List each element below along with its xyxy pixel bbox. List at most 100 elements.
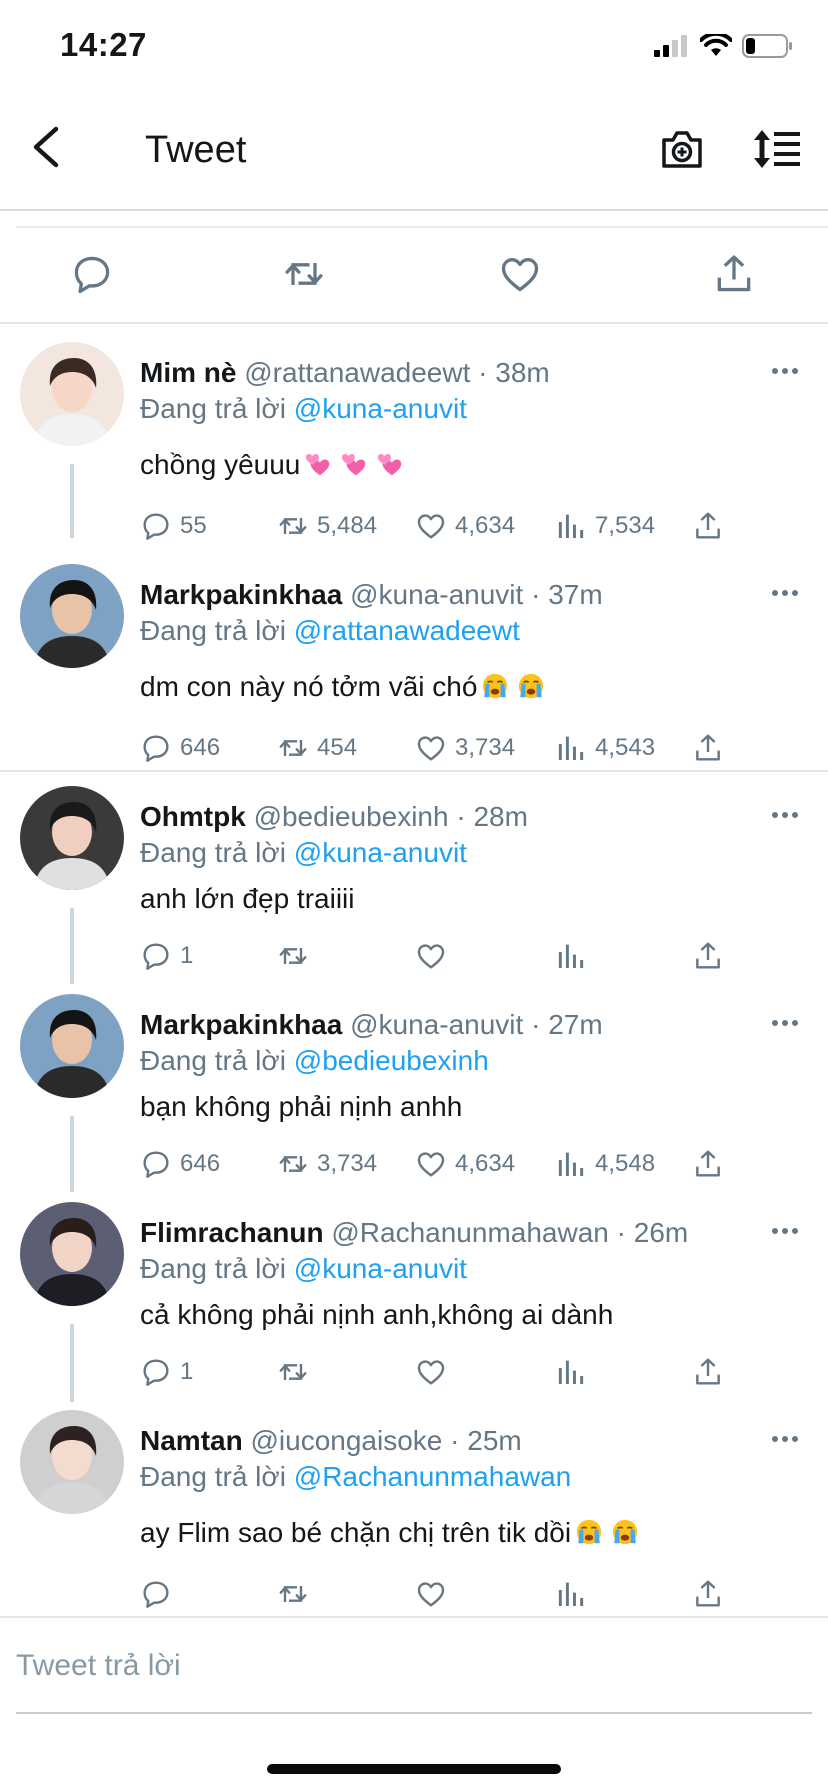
replying-to-link[interactable]: @rattanawadeewt: [294, 615, 520, 646]
share-icon: [692, 732, 724, 764]
user-handle[interactable]: @bedieubexinh: [254, 801, 449, 832]
heart-icon: [415, 1356, 447, 1388]
retweet-button[interactable]: 454: [277, 730, 357, 766]
avatar[interactable]: [20, 994, 124, 1098]
reply-button[interactable]: 1: [140, 938, 193, 974]
more-button[interactable]: [770, 800, 800, 830]
replying-to: Đang trả lời @kuna-anuvit: [140, 1252, 467, 1286]
reply-header: Mim nè @rattanawadeewt · 38m: [140, 356, 550, 390]
reply-text: cả không phải nịnh anh,không ai dành: [140, 1299, 614, 1330]
camera-button[interactable]: [660, 128, 704, 170]
retweet-button[interactable]: 5,484: [277, 508, 377, 544]
replies-count: 1: [180, 1358, 194, 1385]
views-button[interactable]: [555, 1576, 595, 1612]
avatar[interactable]: [20, 1410, 124, 1514]
share-button[interactable]: [692, 1354, 724, 1390]
views-count: 7,534: [595, 512, 656, 539]
user-name[interactable]: Flimrachanun: [140, 1217, 324, 1248]
reply-actions: 55 5,484 4,634 7,534: [0, 508, 828, 544]
avatar[interactable]: [20, 786, 124, 890]
replying-to-link[interactable]: @bedieubexinh: [294, 1045, 489, 1076]
views-button[interactable]: 4,543: [555, 730, 655, 766]
retweet-button[interactable]: [277, 1576, 317, 1612]
user-handle[interactable]: @kuna-anuvit: [350, 1009, 523, 1040]
user-name[interactable]: Markpakinkhaa: [140, 579, 342, 610]
back-button[interactable]: [26, 125, 66, 169]
user-handle[interactable]: @Rachanunmahawan: [331, 1217, 608, 1248]
like-button[interactable]: [415, 1576, 455, 1612]
user-handle[interactable]: @iucongaisoke: [250, 1425, 442, 1456]
reply-header: Markpakinkhaa @kuna-anuvit · 37m: [140, 578, 603, 612]
like-button[interactable]: 3,734: [415, 730, 515, 766]
heart-icon: [415, 1148, 447, 1180]
loudly-crying-icon: [575, 1518, 603, 1546]
user-handle[interactable]: @rattanawadeewt: [244, 357, 470, 388]
user-name[interactable]: Markpakinkhaa: [140, 1009, 342, 1040]
loudly-crying-emoji: [611, 1518, 639, 1554]
replying-to-link[interactable]: @Rachanunmahawan: [294, 1461, 571, 1492]
heart-icon: [415, 1578, 447, 1610]
views-button[interactable]: 4,548: [555, 1146, 655, 1182]
retweet-button[interactable]: [277, 938, 317, 974]
two-hearts-icon: [340, 450, 368, 478]
replying-to-link[interactable]: @kuna-anuvit: [294, 1253, 467, 1284]
reply-item[interactable]: Markpakinkhaa @kuna-anuvit · 37m Đang trả…: [0, 564, 828, 778]
user-name[interactable]: Namtan: [140, 1425, 243, 1456]
tweet-share-button[interactable]: [712, 252, 756, 296]
replying-to-link[interactable]: @kuna-anuvit: [294, 393, 467, 424]
reply-text-block: dm con này nó tởm vãi chó: [140, 670, 545, 708]
sort-icon: [754, 130, 800, 168]
views-count: 4,543: [595, 734, 656, 761]
tweet-reply-button[interactable]: [70, 252, 114, 296]
share-button[interactable]: [692, 938, 724, 974]
replying-label: Đang trả lời: [140, 615, 286, 646]
share-button[interactable]: [692, 508, 724, 544]
like-button[interactable]: 4,634: [415, 508, 515, 544]
reply-item[interactable]: Ohmtpk @bedieubexinh · 28m Đang trả lời @…: [0, 786, 828, 1000]
loudly-crying-icon: [611, 1518, 639, 1546]
sort-button[interactable]: [752, 128, 802, 170]
user-handle[interactable]: @kuna-anuvit: [350, 579, 523, 610]
tweet-retweet-button[interactable]: [282, 252, 326, 296]
retweet-button[interactable]: [277, 1354, 317, 1390]
more-button[interactable]: [770, 1424, 800, 1454]
share-button[interactable]: [692, 1146, 724, 1182]
like-button[interactable]: [415, 938, 455, 974]
reply-actions: 646 3,734 4,634 4,548: [0, 1146, 828, 1182]
reply-button[interactable]: 646: [140, 1146, 220, 1182]
views-button[interactable]: [555, 1354, 595, 1390]
more-button[interactable]: [770, 356, 800, 386]
bar-chart-icon: [555, 732, 587, 764]
avatar[interactable]: [20, 1202, 124, 1306]
share-button[interactable]: [692, 1576, 724, 1612]
more-button[interactable]: [770, 1008, 800, 1038]
retweet-button[interactable]: 3,734: [277, 1146, 377, 1182]
reply-button[interactable]: [140, 1576, 180, 1612]
reply-button[interactable]: 1: [140, 1354, 193, 1390]
share-button[interactable]: [692, 730, 724, 766]
views-button[interactable]: [555, 938, 595, 974]
reply-item[interactable]: Mim nè @rattanawadeewt · 38m Đang trả lời…: [0, 342, 828, 556]
avatar-image: [20, 1410, 124, 1514]
replying-to-link[interactable]: @kuna-anuvit: [294, 837, 467, 868]
reply-text: dm con này nó tởm vãi chó: [140, 671, 478, 702]
more-button[interactable]: [770, 1216, 800, 1246]
tweet-like-button[interactable]: [498, 252, 542, 296]
retweets-count: 5,484: [317, 512, 378, 539]
reply-item[interactable]: Flimrachanun @Rachanunmahawan · 26m Đang …: [0, 1202, 828, 1416]
more-button[interactable]: [770, 578, 800, 608]
avatar[interactable]: [20, 342, 124, 446]
reply-button[interactable]: 55: [140, 508, 207, 544]
like-button[interactable]: 4,634: [415, 1146, 515, 1182]
reply-input[interactable]: [16, 1636, 806, 1696]
reply-item[interactable]: Markpakinkhaa @kuna-anuvit · 27m Đang trả…: [0, 994, 828, 1208]
views-button[interactable]: 7,534: [555, 508, 655, 544]
user-name[interactable]: Mim nè: [140, 357, 236, 388]
user-name[interactable]: Ohmtpk: [140, 801, 246, 832]
avatar[interactable]: [20, 564, 124, 668]
divider: [0, 1616, 828, 1618]
reply-button[interactable]: 646: [140, 730, 220, 766]
retweets-count: 3,734: [317, 1150, 378, 1177]
reply-item[interactable]: Namtan @iucongaisoke · 25m Đang trả lời @…: [0, 1410, 828, 1624]
like-button[interactable]: [415, 1354, 455, 1390]
